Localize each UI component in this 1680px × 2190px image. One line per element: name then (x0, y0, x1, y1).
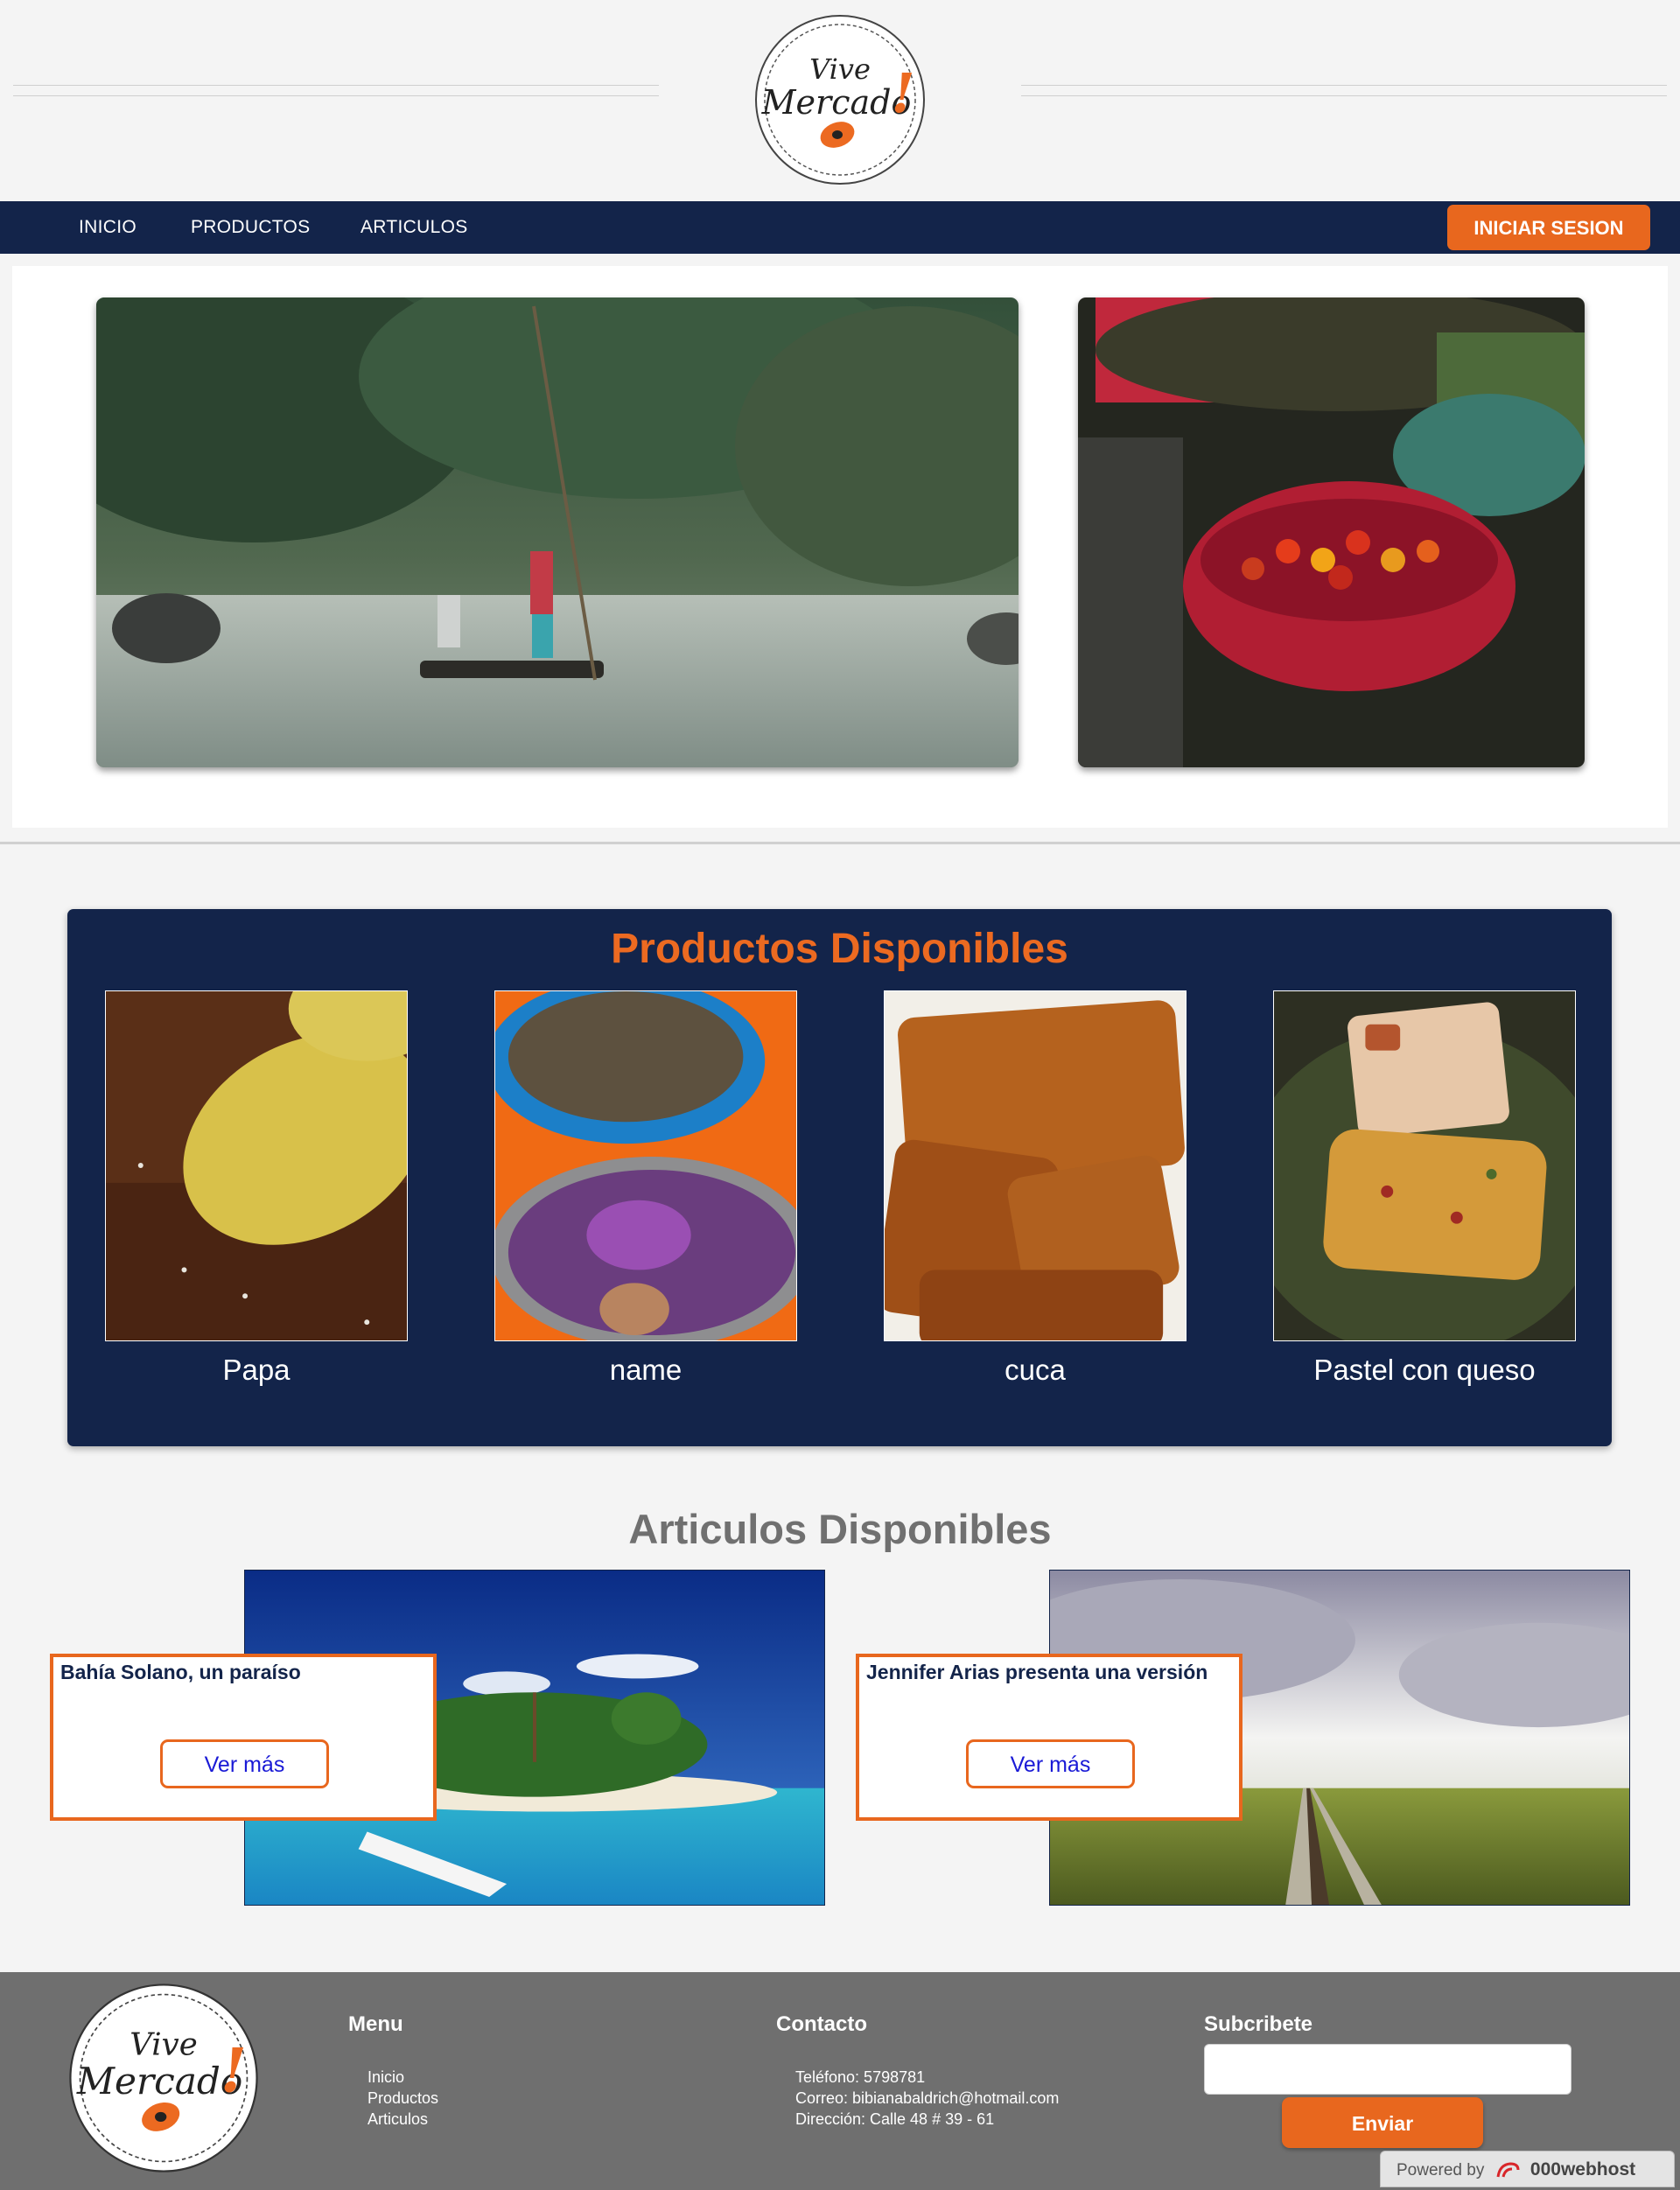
footer-logo-line1: Vive (130, 2026, 197, 2062)
footer-menu-list: Inicio Productos Articulos (368, 2067, 438, 2130)
contact-phone: Teléfono: 5798781 (795, 2068, 926, 2086)
product-name: Papa (222, 1354, 290, 1386)
nav-productos[interactable]: PRODUCTOS (191, 201, 311, 254)
footer-logo-line2: Mercado (76, 2060, 242, 2103)
login-button[interactable]: INICIAR SESION (1447, 205, 1650, 250)
product-name: cuca (1004, 1354, 1066, 1386)
product-image-name[interactable] (494, 990, 797, 1341)
footer-menu-heading: Menu (348, 2012, 403, 2036)
footer-contact-heading: Contacto (776, 2012, 867, 2036)
powered-prefix: Powered by (1396, 2161, 1485, 2180)
productos-section: Productos Disponibles Papa name cuca Pas… (67, 909, 1612, 1446)
footer-link-inicio[interactable]: Inicio (368, 2067, 438, 2088)
send-button[interactable]: Enviar (1282, 2097, 1483, 2148)
webhost-logo-icon (1496, 2162, 1520, 2178)
ver-mas-button[interactable]: Ver más (160, 1739, 329, 1788)
hero-divider (0, 842, 1680, 844)
vive-mercado-logo[interactable]: Vive Mercado ! (752, 12, 928, 187)
footer-logo[interactable]: Vive Mercado ! (66, 1981, 261, 2175)
productos-title: Productos Disponibles (611, 926, 1068, 972)
article-card: Jennifer Arias presenta una versión Ver … (856, 1654, 1242, 1821)
ver-mas-button[interactable]: Ver más (966, 1739, 1135, 1788)
product-image-papa[interactable] (105, 990, 408, 1341)
contact-email: Correo: bibianabaldrich@hotmail.com (795, 2089, 1060, 2107)
product-card[interactable]: Papa (105, 990, 408, 1387)
footer-link-productos[interactable]: Productos (368, 2088, 438, 2109)
logo-line2: Mercado (761, 83, 912, 122)
product-image-pastel-con-queso[interactable] (1273, 990, 1576, 1341)
product-card[interactable]: Pastel con queso (1273, 990, 1576, 1387)
powered-by-badge[interactable]: Powered by 000webhost (1380, 2151, 1675, 2187)
logo-line1: Vive (809, 52, 871, 86)
footer-link-articulos[interactable]: Articulos (368, 2109, 438, 2130)
product-name: name (609, 1354, 682, 1386)
hero-image-river (96, 297, 1018, 767)
articulos-title: Articulos Disponibles (628, 1506, 1052, 1552)
article-card: Bahía Solano, un paraíso Ver más (50, 1654, 437, 1821)
footer-contact-list: Teléfono: 5798781 Correo: bibianabaldric… (795, 2067, 1059, 2130)
subscribe-input[interactable] (1204, 2044, 1572, 2095)
main-nav: INICIO PRODUCTOS ARTICULOS INICIAR SESIO… (0, 201, 1680, 254)
product-card[interactable]: name (494, 990, 797, 1387)
contact-address: Dirección: Calle 48 # 39 - 61 (795, 2110, 995, 2128)
header-divider-left (13, 85, 659, 96)
header-divider-right (1021, 85, 1667, 96)
logo-mark: ! (891, 61, 914, 125)
footer-logo-mark: ! (220, 2036, 247, 2107)
article-title: Bahía Solano, un paraíso (60, 1661, 301, 1683)
product-name: Pastel con queso (1313, 1354, 1536, 1386)
footer-subscribe-heading: Subcribete (1204, 2012, 1313, 2036)
nav-inicio[interactable]: INICIO (79, 201, 136, 254)
article-title: Jennifer Arias presenta una versión (866, 1661, 1208, 1683)
product-image-cuca[interactable] (884, 990, 1186, 1341)
nav-articulos[interactable]: ARTICULOS (360, 201, 468, 254)
product-card[interactable]: cuca (884, 990, 1186, 1387)
powered-brand: 000webhost (1530, 2159, 1636, 2180)
hero-image-market (1078, 297, 1585, 767)
